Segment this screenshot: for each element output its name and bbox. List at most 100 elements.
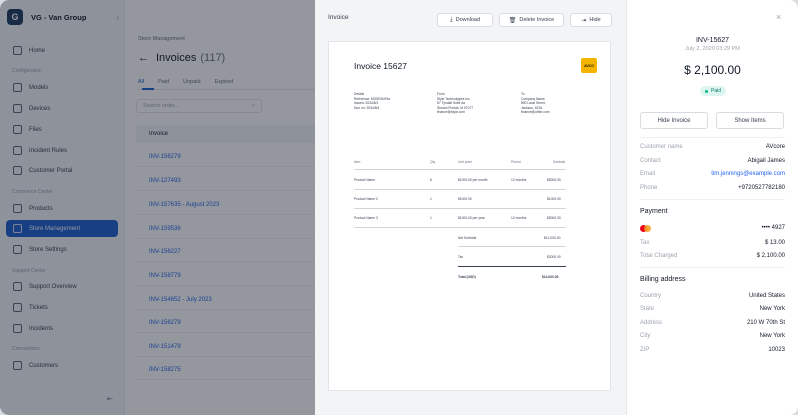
payment-title: Payment bbox=[640, 208, 668, 215]
state-row: State New York bbox=[640, 306, 785, 312]
doc-subtotal-value: $12,000.00 bbox=[544, 236, 561, 240]
field-value: $ 2,100.00 bbox=[756, 253, 785, 259]
zip-row: ZIP 10023 bbox=[640, 347, 785, 353]
doc-cell: 12 months bbox=[511, 178, 527, 182]
field-label: Country bbox=[640, 293, 662, 299]
doc-subtotal-label: Net Subtotal bbox=[458, 236, 477, 240]
doc-cell: $1000.00 per year bbox=[458, 216, 485, 220]
field-value: New York bbox=[759, 333, 785, 339]
status-badge: Paid bbox=[700, 86, 727, 96]
doc-cell: $1000.00 bbox=[547, 197, 561, 201]
app-window: G VG - Van Group › Home Configuration Mo… bbox=[0, 0, 798, 415]
status-dot-icon bbox=[705, 89, 708, 93]
doc-header-item: Item bbox=[354, 160, 361, 164]
field-label: Tax bbox=[640, 240, 650, 246]
invoice-date: July 2, 2020 03:29 PM bbox=[685, 46, 740, 52]
doc-header-subtotal: Subtotal bbox=[553, 160, 566, 164]
download-button[interactable]: ⤓ Download bbox=[437, 13, 493, 27]
doc-cell: 6 bbox=[430, 178, 432, 182]
field-label: Contact bbox=[640, 158, 661, 164]
mastercard-icon bbox=[640, 225, 651, 232]
doc-cell: 1 bbox=[430, 216, 432, 220]
doc-details: Details Reference: M20EHU09a Issued: 203… bbox=[354, 92, 390, 110]
city-row: City New York bbox=[640, 333, 785, 339]
preview-title: Invoice bbox=[328, 14, 349, 21]
invoice-amount: $ 2,100.00 bbox=[684, 63, 741, 77]
invoice-detail-panel: × INV-15627 July 2, 2020 03:29 PM $ 2,10… bbox=[627, 0, 798, 415]
doc-cell: $5000.00 bbox=[547, 178, 561, 182]
doc-rule bbox=[354, 227, 566, 228]
email-link[interactable]: tim.jennings@example.com bbox=[711, 171, 785, 177]
hide-invoice-button[interactable]: Hide Invoice bbox=[640, 112, 708, 129]
field-value: $ 13.00 bbox=[764, 240, 785, 246]
delete-label: Delete Invoice bbox=[519, 17, 555, 23]
doc-to: To Company Name 890 Lassi Street, Jackso… bbox=[521, 92, 549, 115]
billing-title: Billing address bbox=[640, 276, 686, 283]
tax-row: Tax $ 13.00 bbox=[640, 240, 785, 246]
divider bbox=[640, 199, 785, 200]
total-charged-row: Total Charged $ 2,100.00 bbox=[640, 253, 785, 259]
email-row: Email tim.jennings@example.com bbox=[640, 171, 785, 177]
field-label: Email bbox=[640, 171, 656, 177]
field-label: Address bbox=[640, 320, 663, 326]
document-title: Invoice 15627 bbox=[354, 61, 407, 71]
field-value: United States bbox=[748, 293, 785, 299]
show-items-button[interactable]: Show Items bbox=[716, 112, 784, 129]
field-label: Phone bbox=[640, 185, 658, 191]
hide-icon: ⇥ bbox=[581, 17, 587, 24]
invoice-document: Invoice 15627 AVCO Details Reference: M2… bbox=[328, 41, 611, 391]
field-value: New York bbox=[759, 306, 785, 312]
doc-cell: $5000.00 bbox=[547, 216, 561, 220]
doc-cell: 12 months bbox=[511, 216, 527, 220]
invoice-id: INV-15627 bbox=[695, 37, 730, 44]
card-number: •••• 4927 bbox=[761, 225, 785, 231]
company-logo: AVCO bbox=[581, 58, 597, 73]
hide-label: Hide bbox=[589, 17, 601, 23]
doc-cell: Product Name bbox=[354, 178, 376, 182]
status-text: Paid bbox=[711, 88, 722, 94]
divider bbox=[640, 267, 785, 268]
doc-rule bbox=[458, 246, 566, 247]
doc-header-unit-price: Unit price bbox=[458, 160, 472, 164]
doc-cell: Product Name 2 bbox=[354, 197, 378, 201]
doc-tax-label: Tax bbox=[458, 255, 464, 259]
field-label: ZIP bbox=[640, 347, 650, 353]
download-label: Download bbox=[455, 17, 481, 23]
doc-from: From Style Technologies Inc. 87 Tyndall … bbox=[437, 92, 473, 115]
doc-rule bbox=[354, 189, 566, 190]
doc-cell: Product Name 3 bbox=[354, 216, 378, 220]
country-row: Country United States bbox=[640, 293, 785, 299]
close-icon[interactable]: × bbox=[776, 12, 781, 22]
doc-rule bbox=[354, 208, 566, 209]
card-row: •••• 4927 bbox=[640, 225, 785, 232]
customer-name-row: Customer name AVcore bbox=[640, 144, 785, 150]
doc-header-qty: Qty bbox=[430, 160, 436, 164]
modal-backdrop[interactable] bbox=[0, 0, 315, 415]
doc-total-label: Total (USD) bbox=[458, 275, 476, 279]
doc-cell: $1000.00 bbox=[458, 197, 472, 201]
doc-rule bbox=[458, 266, 566, 267]
field-value: 10023 bbox=[768, 347, 785, 353]
trash-icon: 🗑 bbox=[508, 17, 517, 24]
field-value: AVcore bbox=[765, 144, 785, 150]
field-label: Customer name bbox=[640, 144, 683, 150]
divider bbox=[640, 137, 785, 138]
field-label: State bbox=[640, 306, 655, 312]
phone-row: Phone +972052778218​0 bbox=[640, 185, 785, 191]
doc-cell: $1000.00 per month bbox=[458, 178, 488, 182]
doc-text: finance@style.com bbox=[437, 110, 465, 115]
doc-total-value: $14,000.00 bbox=[542, 275, 559, 279]
field-value: 210 W 70th St bbox=[746, 320, 785, 326]
delete-invoice-button[interactable]: 🗑 Delete Invoice bbox=[499, 13, 564, 27]
contact-row: Contact Abigail James bbox=[640, 158, 785, 164]
address-row: Address 210 W 70th St bbox=[640, 320, 785, 326]
doc-text: Due on: 2034/8/4 bbox=[354, 105, 380, 110]
doc-cell: 1 bbox=[430, 197, 432, 201]
doc-tax-value: $2000.00 bbox=[547, 255, 561, 259]
field-value: +972052778218​0 bbox=[738, 185, 785, 191]
field-label: Total Charged bbox=[640, 253, 678, 259]
doc-rule bbox=[354, 169, 566, 170]
invoice-preview-pane: Invoice ⤓ Download 🗑 Delete Invoice ⇥ Hide … bbox=[315, 0, 627, 415]
doc-header-period: Period bbox=[511, 160, 521, 164]
hide-button[interactable]: ⇥ Hide bbox=[570, 13, 612, 27]
